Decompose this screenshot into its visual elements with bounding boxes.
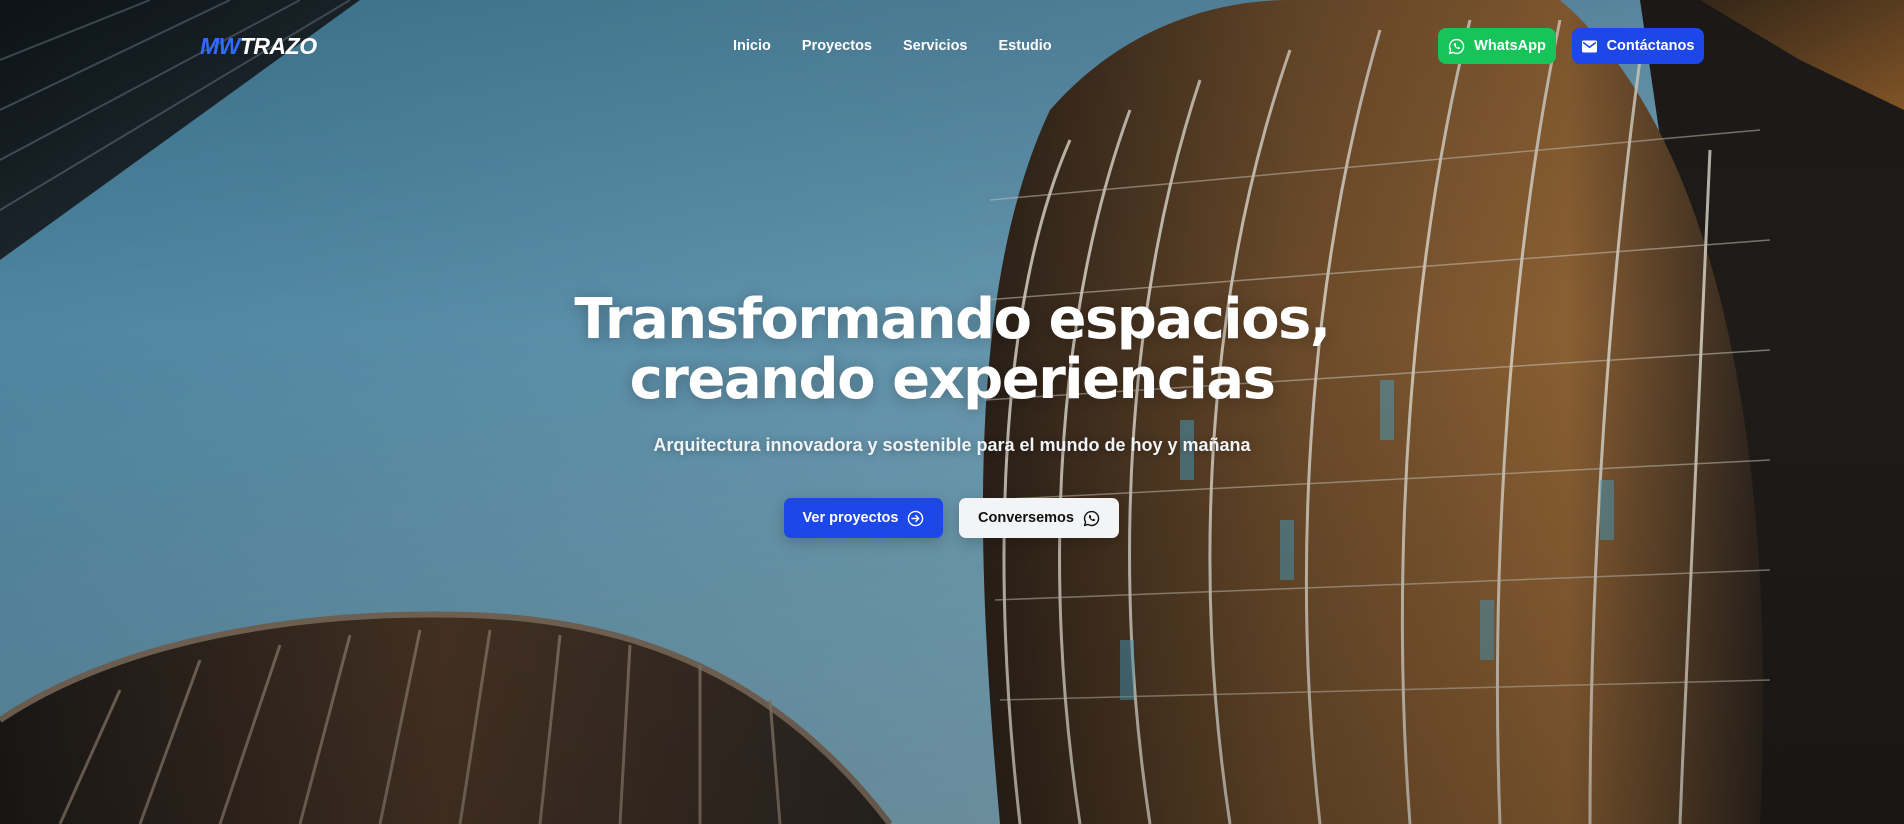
chat-label: Conversemos	[978, 510, 1074, 526]
nav-link-proyectos[interactable]: Proyectos	[802, 36, 872, 56]
hero-subtitle: Arquitectura innovadora y sostenible par…	[653, 435, 1251, 455]
nav-link-servicios[interactable]: Servicios	[903, 36, 968, 56]
whatsapp-button[interactable]: WhatsApp	[1438, 28, 1556, 64]
hero-section	[0, 0, 1904, 824]
view-projects-button[interactable]: Ver proyectos	[784, 498, 943, 538]
hero-overlay	[0, 0, 1904, 824]
chat-button[interactable]: Conversemos	[959, 498, 1119, 538]
brand-logo[interactable]: MWTRAZO	[200, 33, 317, 59]
arrow-right-circle-icon	[907, 510, 924, 527]
navbar: MWTRAZO Inicio Proyectos Servicios Estud…	[0, 0, 1904, 92]
logo-mw: MW	[200, 33, 240, 59]
nav-link-estudio[interactable]: Estudio	[999, 36, 1052, 56]
hero-headline-line1: Transformando espacios,	[574, 287, 1331, 352]
contact-button[interactable]: Contáctanos	[1572, 28, 1704, 64]
contact-label: Contáctanos	[1606, 38, 1695, 54]
nav-link-inicio[interactable]: Inicio	[733, 36, 771, 56]
whatsapp-icon	[1448, 38, 1465, 55]
logo-trazo: TRAZO	[239, 33, 317, 59]
view-projects-label: Ver proyectos	[802, 510, 899, 526]
hero-headline-line2: creando experiencias	[629, 347, 1276, 412]
main-nav: Inicio Proyectos Servicios Estudio	[733, 36, 1052, 56]
whatsapp-label: WhatsApp	[1474, 38, 1546, 54]
whatsapp-icon	[1083, 510, 1100, 527]
hero-headline: Transformando espacios, creando experien…	[452, 290, 1452, 410]
mail-icon	[1581, 40, 1597, 53]
